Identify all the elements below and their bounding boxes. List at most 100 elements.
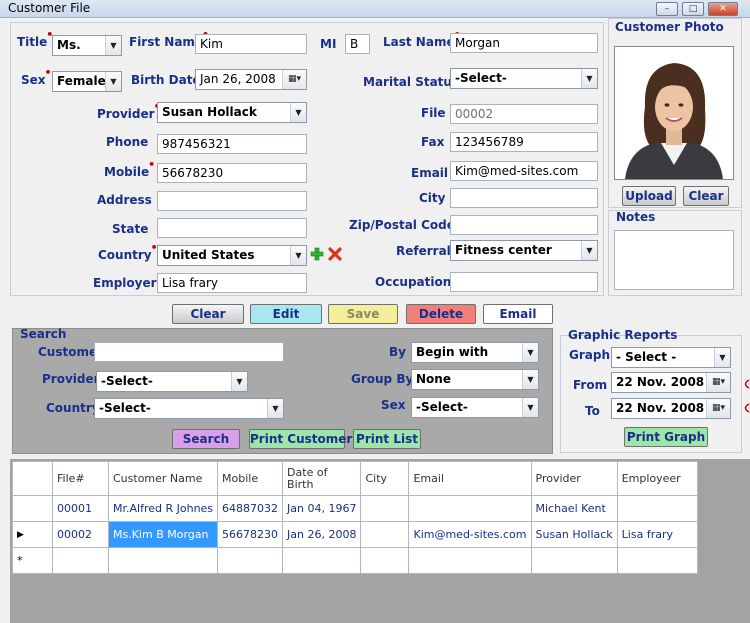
table-cell[interactable]	[217, 547, 284, 574]
column-header[interactable]: Email	[408, 461, 532, 496]
email-label: Email	[411, 166, 449, 180]
remove-icon[interactable]	[328, 246, 342, 262]
table-cell[interactable]	[360, 495, 410, 522]
from-date-picker[interactable]: 22 Nov. 2008 ▦▾	[611, 372, 731, 393]
from-label: From	[573, 378, 608, 392]
table-cell[interactable]: Kim@med-sites.com	[408, 521, 532, 548]
search-country-label: Country	[46, 401, 100, 415]
city-field[interactable]	[450, 188, 598, 208]
table-row[interactable]: ▶ 00002 Ms.Kim B Morgan 56678230 Jan 26,…	[12, 521, 698, 548]
last-name-field[interactable]: Morgan	[450, 33, 598, 53]
group-by-select[interactable]: None ▼	[411, 369, 539, 390]
grid-header-row: File# Customer Name Mobile Date of Birth…	[12, 461, 698, 496]
table-cell[interactable]: 00001	[52, 495, 109, 522]
table-cell[interactable]	[616, 495, 698, 522]
provider-label: Provider	[97, 100, 160, 121]
search-customer-field[interactable]	[94, 342, 284, 362]
table-cell[interactable]	[360, 521, 410, 548]
save-button[interactable]: Save	[328, 304, 398, 324]
email-field[interactable]: Kim@med-sites.com	[450, 161, 598, 181]
column-header[interactable]: Date of Birth	[282, 461, 362, 496]
occupation-field[interactable]	[450, 272, 598, 292]
table-cell[interactable]: Jan 04, 1967	[282, 495, 362, 522]
employer-label: Employer	[93, 276, 157, 290]
chevron-down-icon: ▼	[290, 103, 306, 122]
zip-field[interactable]	[450, 215, 598, 235]
birth-date-picker[interactable]: Jan 26, 2008 ▦▾	[195, 69, 307, 90]
chevron-down-icon: ▼	[522, 398, 538, 417]
table-cell[interactable]	[616, 547, 698, 574]
print-graph-button[interactable]: Print Graph	[624, 427, 708, 447]
table-cell[interactable]	[107, 547, 219, 574]
table-cell[interactable]	[52, 547, 109, 574]
city-label: City	[419, 191, 446, 205]
clear-button[interactable]: Clear	[172, 304, 244, 324]
table-cell[interactable]	[530, 547, 618, 574]
sex-select[interactable]: Female ▼	[52, 71, 122, 92]
current-row-marker[interactable]: ▶	[12, 521, 53, 548]
country-label: Country	[98, 241, 157, 262]
notes-textarea[interactable]	[614, 230, 734, 290]
minimize-button[interactable]: –	[656, 2, 678, 16]
close-button[interactable]: ✕	[708, 2, 738, 16]
notes-label: Notes	[616, 210, 656, 224]
marital-status-select[interactable]: -Select- ▼	[450, 68, 598, 89]
fax-field[interactable]: 123456789	[450, 132, 598, 152]
to-date-picker[interactable]: 22 Nov. 2008 ▦▾	[611, 398, 731, 419]
state-field[interactable]	[157, 218, 307, 238]
country-select[interactable]: United States ▼	[157, 245, 307, 266]
table-cell[interactable]: 00002	[52, 521, 109, 548]
referral-select[interactable]: Fitness center ▼	[450, 240, 598, 261]
search-country-select[interactable]: -Select- ▼	[94, 398, 284, 419]
graph-select[interactable]: - Select - ▼	[611, 347, 731, 368]
column-header[interactable]: City	[360, 461, 410, 496]
row-header[interactable]	[12, 495, 53, 522]
photo-clear-button[interactable]: Clear	[683, 186, 729, 206]
maximize-button[interactable]: □	[682, 2, 704, 16]
table-row[interactable]: 00001 Mr.Alfred R Johnes 64887032 Jan 04…	[12, 495, 698, 522]
table-cell[interactable]: 64887032	[217, 495, 284, 522]
print-list-button[interactable]: Print List	[353, 429, 421, 449]
column-header[interactable]: Provider	[530, 461, 618, 496]
employer-field[interactable]: Lisa frary	[157, 273, 307, 293]
table-cell[interactable]: Lisa frary	[616, 521, 698, 548]
chevron-down-icon: ▼	[522, 370, 538, 389]
group-by-label: Group By	[351, 372, 414, 386]
mi-field[interactable]: B	[345, 34, 370, 54]
search-button[interactable]: Search	[172, 429, 240, 449]
edit-button[interactable]: Edit	[250, 304, 322, 324]
table-cell[interactable]	[408, 495, 532, 522]
phone-field[interactable]: 987456321	[157, 134, 307, 154]
table-cell[interactable]	[282, 547, 362, 574]
column-header[interactable]: Employeer	[616, 461, 698, 496]
column-header[interactable]: File#	[52, 461, 109, 496]
table-cell[interactable]: Mr.Alfred R Johnes	[107, 495, 219, 522]
provider-select[interactable]: Susan Hollack ▼	[157, 102, 307, 123]
table-cell[interactable]: Susan Hollack	[530, 521, 618, 548]
search-provider-select[interactable]: -Select- ▼	[96, 371, 248, 392]
column-header[interactable]: Mobile	[217, 461, 284, 496]
delete-button[interactable]: Delete	[406, 304, 476, 324]
table-cell[interactable]	[408, 547, 532, 574]
title-select[interactable]: Ms. ▼	[52, 35, 122, 56]
address-field[interactable]	[157, 191, 307, 211]
chevron-down-icon: ▼	[105, 72, 121, 91]
email-button[interactable]: Email	[483, 304, 553, 324]
new-row[interactable]: *	[12, 547, 698, 574]
table-cell[interactable]: 56678230	[217, 521, 284, 548]
customer-photo	[614, 46, 734, 180]
new-row-marker[interactable]: *	[12, 547, 53, 574]
first-name-field[interactable]: Kim	[195, 34, 307, 54]
table-cell[interactable]: Michael Kent	[530, 495, 618, 522]
mobile-field[interactable]: 56678230	[157, 163, 307, 183]
marital-status-label: Marital Status	[363, 75, 460, 89]
upload-button[interactable]: Upload	[622, 186, 676, 206]
column-header[interactable]: Customer Name	[107, 461, 219, 496]
print-customer-button[interactable]: Print Customer	[249, 429, 352, 449]
search-sex-select[interactable]: -Select- ▼	[411, 397, 539, 418]
table-cell-selected[interactable]: Ms.Kim B Morgan	[107, 521, 219, 548]
table-cell[interactable]: Jan 26, 2008	[282, 521, 362, 548]
table-cell[interactable]	[360, 547, 410, 574]
search-by-select[interactable]: Begin with ▼	[411, 342, 539, 363]
add-icon[interactable]	[310, 246, 324, 262]
